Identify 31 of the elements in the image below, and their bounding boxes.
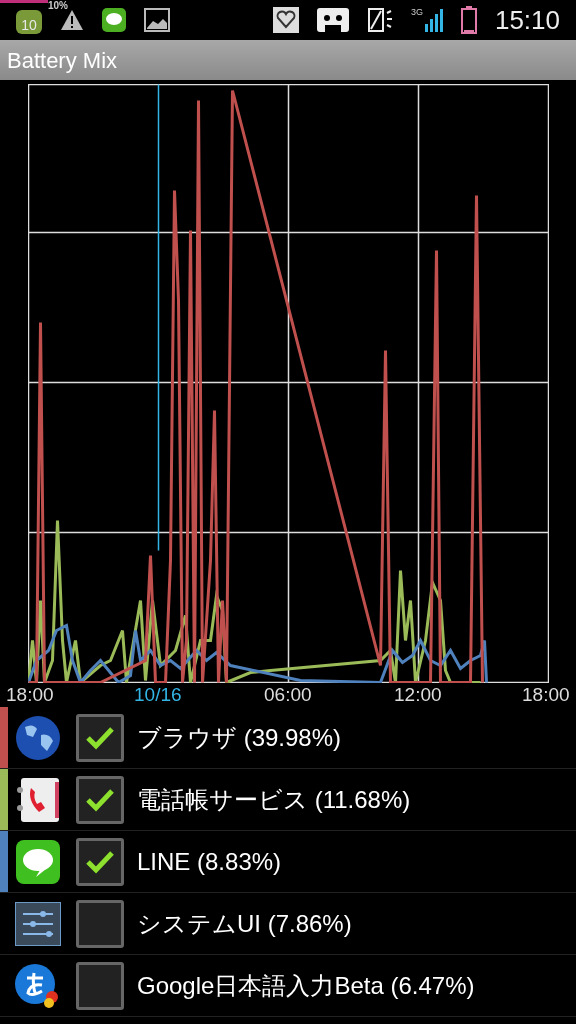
checkbox[interactable] (76, 961, 124, 1010)
network-text: 3G (410, 8, 423, 17)
phone-book-icon (15, 775, 61, 824)
axis-label: 10/16 (134, 683, 182, 707)
battery-icon (460, 6, 477, 34)
app-usage-label: 電話帳サービス (11.68%) (137, 784, 411, 815)
axis-label: 18:00 (522, 683, 570, 707)
checkbox[interactable] (76, 713, 124, 762)
globe-icon (15, 714, 61, 761)
progress-text: 10% (48, 0, 68, 13)
app-usage-label: Google日本語入力Beta (6.47%) (137, 970, 475, 1001)
signal-icon (424, 8, 443, 32)
checkbox[interactable] (76, 775, 124, 824)
clock-text: 15:10 (494, 3, 560, 37)
axis-label: 18:00 (6, 683, 54, 707)
app-title: Battery Mix (7, 46, 118, 75)
settings-icon (15, 901, 61, 946)
app-usage-label: ブラウザ (39.98%) (137, 722, 342, 753)
warning-icon (60, 9, 84, 31)
axis-label: 06:00 (264, 683, 312, 707)
vibrate-icon (366, 7, 393, 33)
app-usage-label: LINE (8.83%) (137, 846, 282, 877)
checkbox[interactable] (76, 899, 124, 948)
chat-icon (102, 8, 126, 32)
app-usage-label: システムUI (7.86%) (137, 908, 352, 939)
notification-badge: 10 (16, 10, 42, 34)
chat-icon (16, 839, 60, 884)
image-icon (144, 8, 170, 32)
checkbox[interactable] (76, 837, 124, 886)
axis-label: 12:00 (394, 683, 442, 707)
cassette-icon (316, 8, 349, 32)
